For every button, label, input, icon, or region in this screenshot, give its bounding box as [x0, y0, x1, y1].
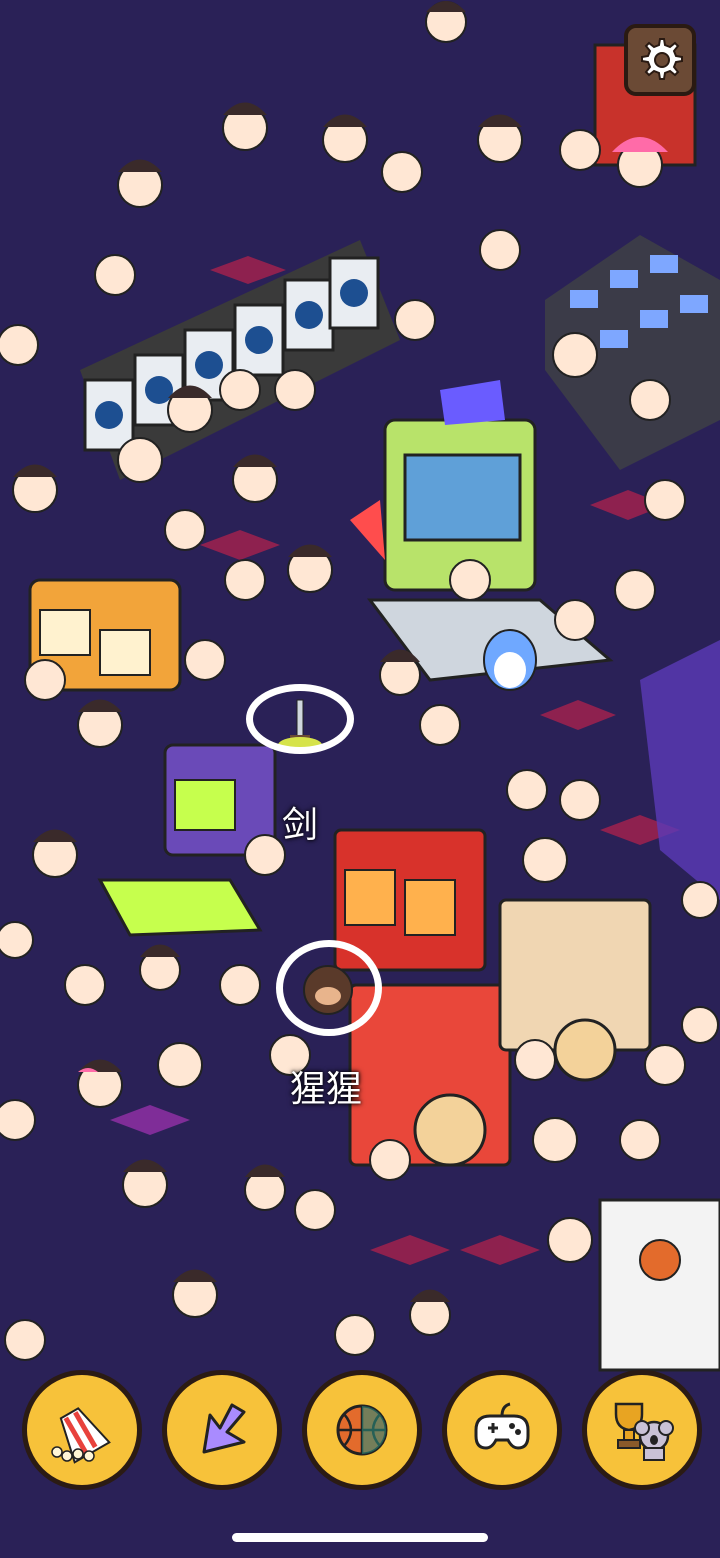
- found-ring-gorilla: [276, 940, 382, 1036]
- hint-button-basketball[interactable]: [302, 1370, 422, 1490]
- popcorn-icon: [51, 1407, 111, 1464]
- penguin: [483, 629, 537, 691]
- found-label-gorilla: 猩猩: [290, 1069, 363, 1110]
- hint-toolbar: [0, 1370, 720, 1500]
- arrow-icon: [202, 1403, 246, 1454]
- gamepad-icon: [474, 1402, 530, 1450]
- basketball-icon: [336, 1404, 388, 1456]
- gear-icon: [641, 38, 683, 80]
- hint-button-trophy-koala[interactable]: [582, 1370, 702, 1490]
- hint-button-popcorn[interactable]: [22, 1370, 142, 1490]
- basketball-machine: [598, 1198, 720, 1372]
- settings-button[interactable]: [624, 24, 696, 96]
- hint-button-gamepad[interactable]: [442, 1370, 562, 1490]
- home-indicator[interactable]: [232, 1533, 488, 1542]
- arcade-scene: [0, 0, 720, 1558]
- found-label-sword: 剑: [282, 805, 319, 846]
- hint-button-arrow[interactable]: [162, 1370, 282, 1490]
- trophy-koala-icon: [614, 1402, 674, 1461]
- found-ring-sword: [246, 684, 354, 754]
